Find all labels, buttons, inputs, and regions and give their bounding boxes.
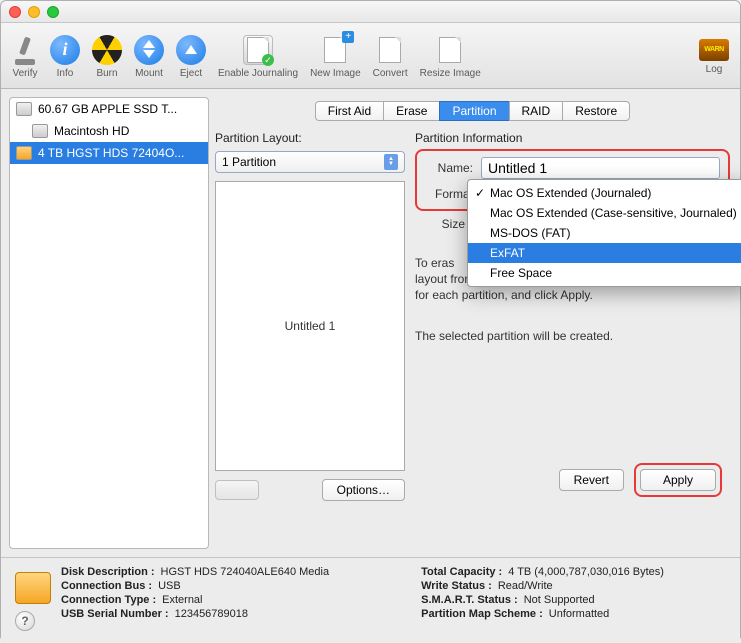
log-button[interactable]: WARN Log bbox=[696, 39, 732, 75]
sidebar-item-label: 60.67 GB APPLE SSD T... bbox=[38, 102, 177, 116]
minimize-window-button[interactable] bbox=[28, 6, 40, 18]
highlighted-apply-area: Apply bbox=[634, 463, 722, 497]
sidebar-item-label: 4 TB HGST HDS 72404O... bbox=[38, 146, 184, 160]
meta-val: Not Supported bbox=[524, 594, 595, 606]
add-remove-partition-control[interactable] bbox=[215, 480, 259, 500]
info-button[interactable]: i Info bbox=[47, 35, 83, 79]
disk-sidebar[interactable]: 60.67 GB APPLE SSD T... Macintosh HD 4 T… bbox=[9, 97, 209, 549]
meta-val: USB bbox=[158, 580, 181, 592]
meta-key: Partition Map Scheme : bbox=[421, 608, 543, 620]
convert-button[interactable]: Convert bbox=[370, 35, 411, 79]
format-option-free-space[interactable]: Free Space bbox=[468, 263, 741, 283]
mount-button[interactable]: Mount bbox=[131, 35, 167, 79]
zoom-window-button[interactable] bbox=[47, 6, 59, 18]
instruction-text-3: The selected partition will be created. bbox=[415, 328, 730, 344]
journaling-icon: ✓ bbox=[243, 35, 273, 65]
eject-icon bbox=[176, 35, 206, 65]
sidebar-item-macintosh-hd[interactable]: Macintosh HD bbox=[10, 120, 208, 142]
name-label: Name: bbox=[423, 161, 473, 175]
format-option-exfat[interactable]: ExFAT bbox=[468, 243, 741, 263]
disk-info-footer: Disk Description : HGST HDS 724040ALE640 … bbox=[1, 557, 740, 643]
tab-segmented-control: First Aid Erase Partition RAID Restore bbox=[215, 101, 730, 121]
convert-icon bbox=[375, 35, 405, 65]
revert-button[interactable]: Revert bbox=[559, 469, 624, 491]
name-input[interactable] bbox=[481, 157, 720, 179]
meta-key: Connection Bus : bbox=[61, 580, 152, 592]
enable-journaling-button[interactable]: ✓ Enable Journaling bbox=[215, 35, 301, 79]
eject-button[interactable]: Eject bbox=[173, 35, 209, 79]
partition-layout-select[interactable]: 1 Partition ▲▼ bbox=[215, 151, 405, 173]
chevron-updown-icon: ▲▼ bbox=[384, 154, 398, 170]
meta-key: Connection Type : bbox=[61, 594, 156, 606]
meta-key: S.M.A.R.T. Status : bbox=[421, 594, 518, 606]
info-icon: i bbox=[50, 35, 80, 65]
apply-button[interactable]: Apply bbox=[640, 469, 716, 491]
sidebar-item-label: Macintosh HD bbox=[54, 124, 129, 138]
format-option-journaled[interactable]: Mac OS Extended (Journaled) bbox=[468, 183, 741, 203]
sidebar-item-hgst[interactable]: 4 TB HGST HDS 72404O... bbox=[10, 142, 208, 164]
verify-button[interactable]: Verify bbox=[9, 35, 41, 79]
partition-diagram[interactable]: Untitled 1 bbox=[215, 181, 405, 471]
tab-raid[interactable]: RAID bbox=[509, 101, 563, 121]
partition-layout-label: Partition Layout: bbox=[215, 131, 405, 145]
format-dropdown-menu: Mac OS Extended (Journaled) Mac OS Exten… bbox=[467, 179, 741, 287]
format-option-msdos[interactable]: MS-DOS (FAT) bbox=[468, 223, 741, 243]
tab-erase[interactable]: Erase bbox=[383, 101, 439, 121]
tab-partition[interactable]: Partition bbox=[439, 101, 508, 121]
sidebar-item-ssd[interactable]: 60.67 GB APPLE SSD T... bbox=[10, 98, 208, 120]
internal-disk-icon bbox=[16, 102, 32, 116]
content-pane: First Aid Erase Partition RAID Restore P… bbox=[209, 89, 740, 557]
close-window-button[interactable] bbox=[9, 6, 21, 18]
partition-info-heading: Partition Information bbox=[415, 131, 730, 145]
meta-key: Write Status : bbox=[421, 580, 492, 592]
size-label: Size bbox=[415, 217, 465, 231]
meta-val: External bbox=[162, 594, 202, 606]
new-image-icon: + bbox=[320, 35, 350, 65]
meta-key: USB Serial Number : bbox=[61, 608, 169, 620]
help-button[interactable]: ? bbox=[15, 611, 35, 631]
meta-val: Unformatted bbox=[549, 608, 610, 620]
burn-button[interactable]: Burn bbox=[89, 35, 125, 79]
meta-key: Total Capacity : bbox=[421, 566, 502, 578]
tab-restore[interactable]: Restore bbox=[562, 101, 630, 121]
meta-val: 4 TB (4,000,787,030,016 Bytes) bbox=[508, 566, 664, 578]
toolbar: Verify i Info Burn Mount Eject ✓ Enable … bbox=[1, 23, 740, 89]
resize-image-button[interactable]: Resize Image bbox=[417, 35, 484, 79]
options-button[interactable]: Options… bbox=[322, 479, 405, 501]
log-icon: WARN bbox=[699, 39, 729, 61]
partition-diagram-label: Untitled 1 bbox=[285, 319, 336, 333]
disk-utility-window: Verify i Info Burn Mount Eject ✓ Enable … bbox=[0, 0, 741, 642]
external-disk-large-icon bbox=[15, 572, 51, 604]
mount-icon bbox=[134, 35, 164, 65]
meta-val: 123456789018 bbox=[175, 608, 248, 620]
microscope-icon bbox=[12, 35, 38, 65]
new-image-button[interactable]: + New Image bbox=[307, 35, 364, 79]
titlebar[interactable] bbox=[1, 1, 740, 23]
format-option-case-sensitive[interactable]: Mac OS Extended (Case-sensitive, Journal… bbox=[468, 203, 741, 223]
format-label: Format bbox=[423, 187, 473, 201]
external-disk-icon bbox=[16, 146, 32, 160]
meta-val: HGST HDS 724040ALE640 Media bbox=[161, 566, 330, 578]
tab-first-aid[interactable]: First Aid bbox=[315, 101, 383, 121]
volume-icon bbox=[32, 124, 48, 138]
resize-image-icon bbox=[435, 35, 465, 65]
meta-val: Read/Write bbox=[498, 580, 553, 592]
burn-icon bbox=[92, 35, 122, 65]
meta-key: Disk Description : bbox=[61, 566, 155, 578]
